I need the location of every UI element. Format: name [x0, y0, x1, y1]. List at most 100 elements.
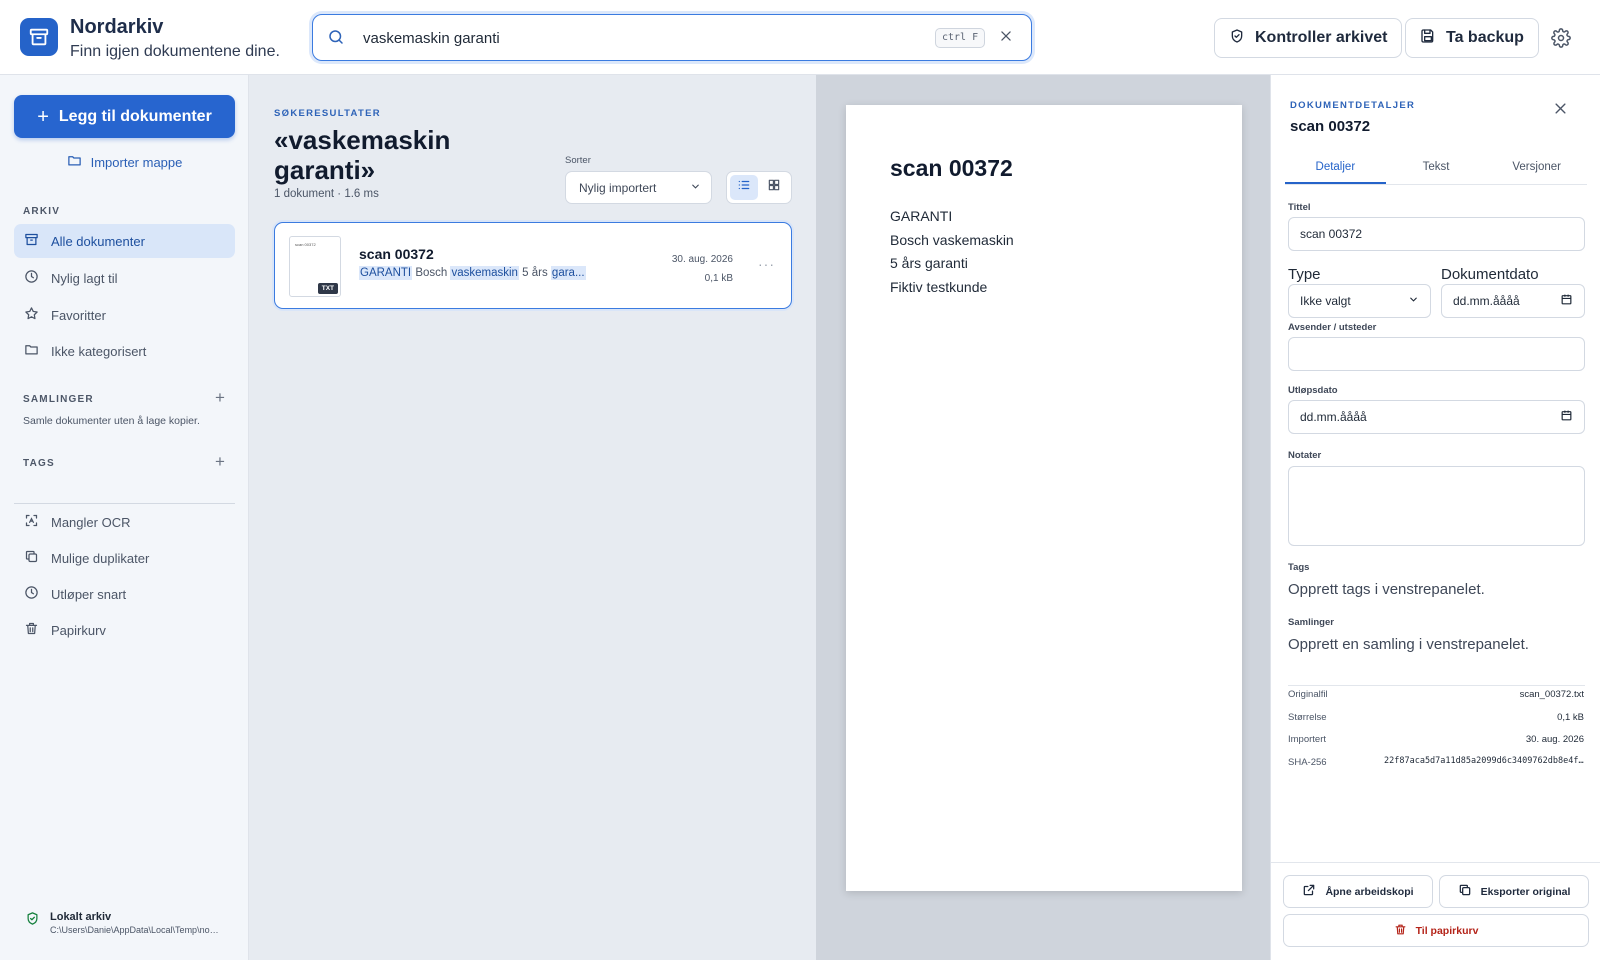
meta-key: SHA-256: [1288, 757, 1327, 768]
search-shortcut-hint: ctrl F: [935, 28, 986, 48]
type-select[interactable]: Ikke valgt: [1288, 284, 1431, 318]
sidebar-item-expiring-soon[interactable]: Utløper snart: [14, 577, 235, 611]
sender-field[interactable]: [1288, 337, 1585, 371]
meta-key: Originalfil: [1288, 689, 1328, 700]
copy-icon: [24, 549, 39, 567]
sidebar-item-label: Mulige duplikater: [51, 550, 150, 566]
copy-icon: [1458, 883, 1472, 900]
document-preview-pane: scan 00372 GARANTI Bosch vaskemaskin 5 å…: [816, 75, 1270, 960]
collections-hint-text: Opprett en samling i venstrepanelet.: [1288, 636, 1529, 653]
calendar-icon[interactable]: [1560, 293, 1573, 309]
snippet-highlight: gara...: [550, 266, 586, 280]
sidebar-divider: [14, 503, 235, 504]
check-archive-label: Kontroller arkivet: [1255, 29, 1388, 46]
gear-icon[interactable]: [1551, 28, 1571, 53]
save-icon: [1420, 28, 1436, 49]
view-toggle: [726, 171, 792, 204]
star-icon: [24, 306, 39, 324]
meta-value-hash: 22f87aca5d7a11d85a2099d6c3409762db8e4f1c: [1384, 756, 1584, 766]
move-to-trash-label: Til papirkurv: [1415, 924, 1479, 937]
scan-icon: [24, 513, 39, 531]
expiry-field-label: Utløpsdato: [1288, 385, 1338, 396]
local-archive-status: Lokalt arkiv C:\Users\Danie\AppData\Loca…: [25, 911, 220, 935]
shield-check-icon: [1229, 28, 1245, 49]
results-meta: 1 dokument · 1.6 ms: [274, 188, 379, 200]
title-field[interactable]: scan 00372: [1288, 217, 1585, 251]
add-documents-label: Legg til dokumenter: [58, 107, 212, 125]
import-folder-link[interactable]: Importer mappe: [0, 153, 249, 171]
sidebar-item-recently-added[interactable]: Nylig lagt til: [14, 261, 235, 295]
thumbnail-text: scan 00372: [295, 242, 316, 247]
export-original-button[interactable]: Eksporter original: [1439, 875, 1589, 908]
add-documents-button[interactable]: + Legg til dokumenter: [14, 95, 235, 138]
sort-value: Nylig importert: [579, 180, 657, 195]
folder-icon: [24, 342, 39, 360]
tags-section-label: TAGS: [23, 458, 55, 469]
archive-icon: [24, 232, 39, 250]
details-tabs: Detaljer Tekst Versjoner: [1285, 153, 1587, 185]
sidebar-item-favorites[interactable]: Favoritter: [14, 298, 235, 332]
more-options-icon[interactable]: ···: [758, 256, 775, 272]
expiry-date-field[interactable]: dd.mm.åååå: [1288, 400, 1585, 434]
list-view-button[interactable]: [730, 175, 758, 200]
sidebar-item-label: Mangler OCR: [51, 514, 131, 530]
sort-select[interactable]: Nylig importert: [565, 171, 712, 204]
calendar-icon[interactable]: [1560, 409, 1573, 425]
sidebar-item-all-documents[interactable]: Alle dokumenter: [14, 224, 235, 258]
snippet-highlight: vaskemaskin: [450, 266, 519, 280]
search-box[interactable]: ctrl F: [312, 14, 1032, 61]
sidebar-item-label: Favoritter: [51, 307, 106, 323]
local-archive-title: Lokalt arkiv: [50, 911, 112, 923]
snippet-highlight: GARANTI: [359, 266, 413, 280]
clock-icon: [24, 585, 39, 603]
snippet-text: Bosch: [412, 267, 451, 279]
clear-search-icon[interactable]: [999, 29, 1013, 48]
sidebar-item-duplicates[interactable]: Mulige duplikater: [14, 541, 235, 575]
document-card[interactable]: scan 00372 TXT scan 00372 GARANTI Bosch …: [274, 222, 792, 309]
search-input[interactable]: [363, 24, 903, 52]
collections-field-label: Samlinger: [1288, 617, 1334, 628]
results-title: «vaskemaskin garanti»: [274, 125, 451, 185]
export-original-label: Eksporter original: [1480, 885, 1571, 898]
preview-line: GARANTI: [890, 208, 953, 224]
sidebar-item-label: Nylig lagt til: [51, 270, 118, 286]
results-eyebrow: SØKERESULTATER: [274, 108, 381, 119]
collections-hint: Samle dokumenter uten å lage kopier.: [23, 415, 200, 427]
expiry-date-placeholder: dd.mm.åååå: [1300, 410, 1367, 424]
meta-key: Størrelse: [1288, 712, 1327, 723]
sidebar-item-trash[interactable]: Papirkurv: [14, 613, 235, 647]
backup-button[interactable]: Ta backup: [1405, 18, 1539, 58]
import-folder-label: Importer mappe: [90, 154, 183, 170]
tab-text[interactable]: Tekst: [1386, 153, 1487, 184]
add-collection-icon[interactable]: +: [215, 388, 225, 408]
sidebar-item-uncategorized[interactable]: Ikke kategorisert: [14, 334, 235, 368]
document-size: 0,1 kB: [704, 273, 733, 284]
open-working-copy-button[interactable]: Åpne arbeidskopi: [1283, 875, 1433, 908]
meta-key: Importert: [1288, 734, 1327, 745]
tags-hint: Opprett tags i venstrepanelet.: [1288, 581, 1485, 598]
app-subtitle: Finn igjen dokumentene dine.: [70, 43, 280, 60]
preview-title: scan 00372: [890, 155, 1013, 181]
notes-field[interactable]: [1288, 466, 1585, 546]
tab-details[interactable]: Detaljer: [1285, 153, 1386, 184]
close-icon[interactable]: [1553, 101, 1568, 121]
sort-label: Sorter: [565, 155, 591, 166]
sender-field-label: Avsender / utsteder: [1288, 322, 1377, 333]
check-archive-button[interactable]: Kontroller arkivet: [1214, 18, 1403, 58]
sidebar-item-label: Utløper snart: [51, 586, 127, 602]
details-actions: Åpne arbeidskopi Eksporter original Til …: [1271, 862, 1600, 960]
backup-label: Ta backup: [1446, 29, 1524, 46]
folder-icon: [67, 153, 82, 171]
type-select-value: Ikke valgt: [1300, 294, 1351, 308]
grid-view-button[interactable]: [760, 175, 788, 200]
grid-icon: [767, 178, 781, 197]
tab-versions[interactable]: Versjoner: [1486, 153, 1587, 184]
meta-divider: [1288, 685, 1585, 686]
meta-value: scan_00372.txt: [1519, 689, 1584, 700]
move-to-trash-button[interactable]: Til papirkurv: [1283, 914, 1589, 947]
add-tag-icon[interactable]: +: [215, 452, 225, 472]
sidebar-item-missing-ocr[interactable]: Mangler OCR: [14, 505, 235, 539]
shield-check-icon: [25, 911, 40, 935]
document-date-field[interactable]: dd.mm.åååå: [1441, 284, 1585, 318]
tags-field-label: Tags: [1288, 562, 1310, 573]
